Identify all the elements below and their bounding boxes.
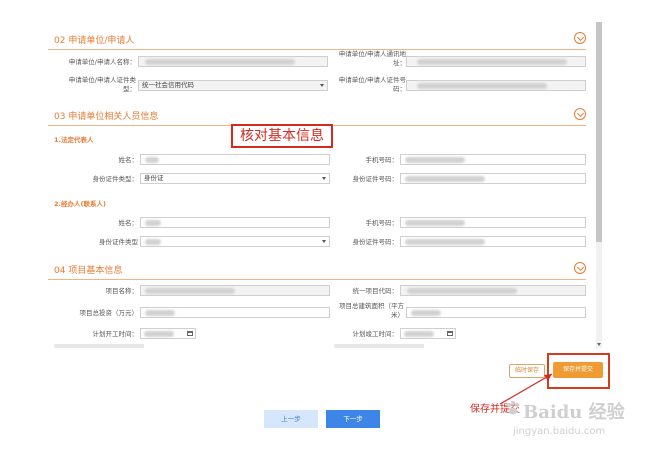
agent-id-number-label: 身份证件号码： — [352, 238, 399, 246]
project-code-field[interactable] — [400, 285, 586, 296]
collapse-chevron-icon[interactable] — [574, 32, 586, 44]
legal-rep-id-type-label: 身份证件类型： — [92, 175, 139, 183]
legal-rep-heading: 1.法定代表人 — [54, 136, 94, 144]
project-end-date-field[interactable] — [400, 328, 456, 339]
baidu-paw-icon — [507, 401, 519, 415]
section-applicant-header[interactable]: 02 申请单位/申请人 — [48, 30, 586, 50]
legal-rep-name-label: 姓名： — [118, 156, 139, 164]
agent-phone-label: 手机号码： — [365, 219, 399, 227]
cutoff-row — [54, 344, 144, 348]
scroll-down-arrow-icon[interactable] — [597, 343, 601, 346]
legal-rep-phone-label: 手机号码： — [365, 156, 399, 164]
section-personnel-header[interactable]: 03 申请单位相关人员信息 — [48, 106, 586, 126]
baidu-watermark: Baidu 经验 jingyan.baidu.com — [505, 396, 635, 446]
project-end-label: 计划竣工时间： — [352, 330, 399, 338]
section-applicant-title: 02 申请单位/申请人 — [54, 36, 135, 46]
project-area-label: 项目总建筑面积（平方 米） — [339, 302, 404, 319]
legal-rep-phone-field[interactable] — [400, 154, 586, 165]
project-name-field[interactable] — [140, 285, 330, 296]
applicant-name-field[interactable] — [138, 56, 328, 67]
applicant-name-label: 申请单位/申请人名称： — [68, 58, 136, 66]
application-form-panel: 02 申请单位/申请人 申请单位/申请人名称： 申请单位/申请人通讯地 址： 申请… — [44, 22, 596, 348]
project-name-label: 项目名称： — [105, 287, 139, 295]
applicant-address-label: 申请单位/申请人通讯地 址： — [338, 50, 406, 67]
check-info-annotation: 核对基本信息 — [231, 124, 333, 148]
applicant-id-type-select[interactable]: 统一社会信用代码 — [138, 80, 328, 91]
project-start-date-field[interactable] — [140, 328, 196, 339]
form-scrollbar[interactable] — [596, 22, 602, 348]
applicant-id-number-label: 申请单位/申请人证件号 码： — [338, 76, 406, 93]
cutoff-row — [334, 344, 424, 348]
project-area-field[interactable] — [406, 307, 586, 318]
agent-name-label: 姓名： — [118, 219, 139, 227]
agent-id-type-label: 身份证件类型 — [99, 238, 138, 246]
project-code-label: 统一项目代码： — [352, 287, 399, 295]
collapse-chevron-icon[interactable] — [574, 108, 586, 120]
agent-id-type-select[interactable] — [140, 236, 330, 247]
project-investment-label: 项目总投资（万元） — [79, 309, 139, 317]
applicant-address-field[interactable] — [406, 56, 586, 67]
applicant-id-type-label: 申请单位/申请人证件类 型： — [68, 76, 136, 93]
section-project-header[interactable]: 04 项目基本信息 — [48, 260, 586, 280]
section-personnel-title: 03 申请单位相关人员信息 — [54, 112, 159, 122]
scrollbar-thumb[interactable] — [596, 22, 602, 242]
agent-id-number-field[interactable] — [400, 236, 586, 247]
agent-name-field[interactable] — [140, 217, 330, 228]
section-project-title: 04 项目基本信息 — [54, 266, 123, 276]
legal-rep-name-field[interactable] — [140, 154, 330, 165]
previous-step-button[interactable]: 上一步 — [264, 410, 318, 428]
project-investment-field[interactable] — [140, 307, 330, 318]
collapse-chevron-icon[interactable] — [574, 262, 586, 274]
next-step-button[interactable]: 下一步 — [326, 410, 380, 428]
legal-rep-id-number-field[interactable] — [400, 173, 586, 184]
legal-rep-id-type-select[interactable]: 身份证 — [140, 173, 330, 184]
watermark-url: jingyan.baidu.com — [513, 426, 606, 437]
agent-phone-field[interactable] — [400, 217, 586, 228]
agent-heading: 2.经办人(联系人) — [54, 200, 106, 208]
watermark-brand: Baidu 经验 — [523, 402, 625, 423]
project-start-label: 计划开工时间： — [92, 330, 139, 338]
calendar-icon[interactable] — [447, 331, 453, 336]
applicant-id-number-field[interactable] — [406, 80, 586, 91]
applicant-id-type-value: 统一社会信用代码 — [142, 81, 194, 89]
dropdown-caret-icon — [320, 84, 324, 87]
calendar-icon[interactable] — [187, 331, 193, 336]
legal-rep-id-type-value: 身份证 — [144, 174, 164, 182]
legal-rep-id-number-label: 身份证件号码： — [352, 175, 399, 183]
